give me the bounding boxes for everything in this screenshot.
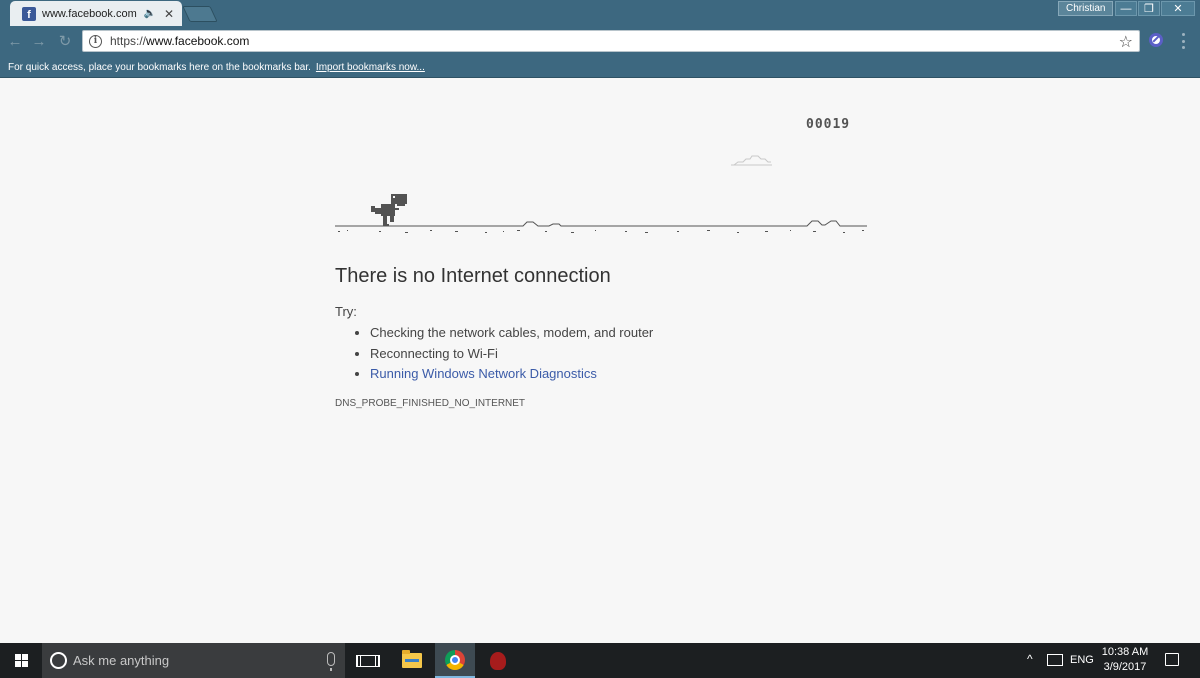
task-view-button[interactable] [348, 643, 388, 678]
cloud-icon [731, 155, 772, 166]
show-hidden-icons-button[interactable]: ^ [1027, 652, 1033, 666]
reload-button[interactable]: ↻ [56, 32, 74, 50]
audio-icon[interactable]: 🔈 [143, 8, 155, 19]
page-content: 00019 There is no Internet connection Tr… [0, 79, 1200, 643]
tab-facebook[interactable]: f www.facebook.com 🔈 ✕ [10, 1, 182, 26]
list-item: Reconnecting to Wi-Fi [370, 344, 653, 365]
cortana-icon [50, 652, 67, 669]
try-label: Try: [335, 304, 357, 319]
forward-button[interactable]: → [30, 32, 48, 50]
list-item: Checking the network cables, modem, and … [370, 323, 653, 344]
chrome-taskbar-button[interactable] [435, 643, 475, 678]
cortana-search-box[interactable]: Ask me anything [42, 643, 345, 678]
browser-title-bar: f www.facebook.com 🔈 ✕ Christian — ❐ ✕ [0, 0, 1200, 26]
maximize-button[interactable]: ❐ [1138, 1, 1160, 16]
mic-icon[interactable] [327, 652, 335, 671]
game-score: 00019 [806, 117, 851, 132]
task-view-icon [360, 654, 376, 667]
bookmarks-bar: For quick access, place your bookmarks h… [0, 58, 1200, 78]
network-diagnostics-link[interactable]: Running Windows Network Diagnostics [370, 364, 653, 385]
extension-icon[interactable] [1149, 33, 1163, 47]
folder-icon [402, 650, 422, 668]
star-icon[interactable]: ☆ [1119, 32, 1133, 52]
back-button[interactable]: ← [6, 32, 24, 50]
profile-button[interactable]: Christian [1058, 1, 1114, 16]
trex-icon [371, 194, 407, 226]
chrome-icon [445, 649, 465, 670]
info-icon[interactable]: i [89, 34, 102, 48]
close-icon[interactable]: ✕ [164, 7, 174, 21]
windows-taskbar: Ask me anything ^ ENG 10:38 AM 3/9/2017 [0, 643, 1200, 678]
menu-icon[interactable] [1180, 33, 1186, 49]
app-icon [490, 651, 506, 670]
notification-icon[interactable] [1165, 653, 1179, 666]
facebook-favicon-icon: f [22, 6, 36, 21]
browser-toolbar: ← → ↻ i https://www.facebook.com ☆ [0, 26, 1200, 58]
bookmarks-hint: For quick access, place your bookmarks h… [8, 62, 311, 73]
clock-date: 3/9/2017 [1103, 661, 1147, 673]
dino-game[interactable] [335, 191, 867, 235]
search-placeholder: Ask me anything [73, 653, 170, 668]
app-taskbar-button[interactable] [478, 643, 518, 678]
new-tab-button[interactable] [182, 6, 218, 22]
ground-specks [338, 230, 864, 233]
language-indicator[interactable]: ENG [1070, 654, 1094, 666]
clock[interactable]: 10:38 AM 3/9/2017 [1100, 645, 1150, 675]
address-bar[interactable]: i https://www.facebook.com ☆ [82, 30, 1140, 52]
windows-logo-icon [14, 654, 28, 667]
page-title: There is no Internet connection [335, 265, 611, 287]
start-button[interactable] [0, 643, 42, 678]
url-scheme: https:// [110, 34, 147, 48]
tab-title: www.facebook.com [42, 7, 137, 20]
error-code: DNS_PROBE_FINISHED_NO_INTERNET [335, 398, 526, 409]
import-bookmarks-link[interactable]: Import bookmarks now... [316, 62, 425, 73]
url-text[interactable]: https://www.facebook.com [110, 34, 249, 48]
url-host: www.facebook.com [146, 34, 250, 48]
network-icon[interactable] [1047, 654, 1063, 666]
clock-time: 10:38 AM [1101, 646, 1149, 658]
file-explorer-button[interactable] [392, 643, 432, 678]
minimize-button[interactable]: — [1115, 1, 1137, 16]
window-close-button[interactable]: ✕ [1161, 1, 1195, 16]
suggestion-list: Checking the network cables, modem, and … [370, 323, 653, 385]
